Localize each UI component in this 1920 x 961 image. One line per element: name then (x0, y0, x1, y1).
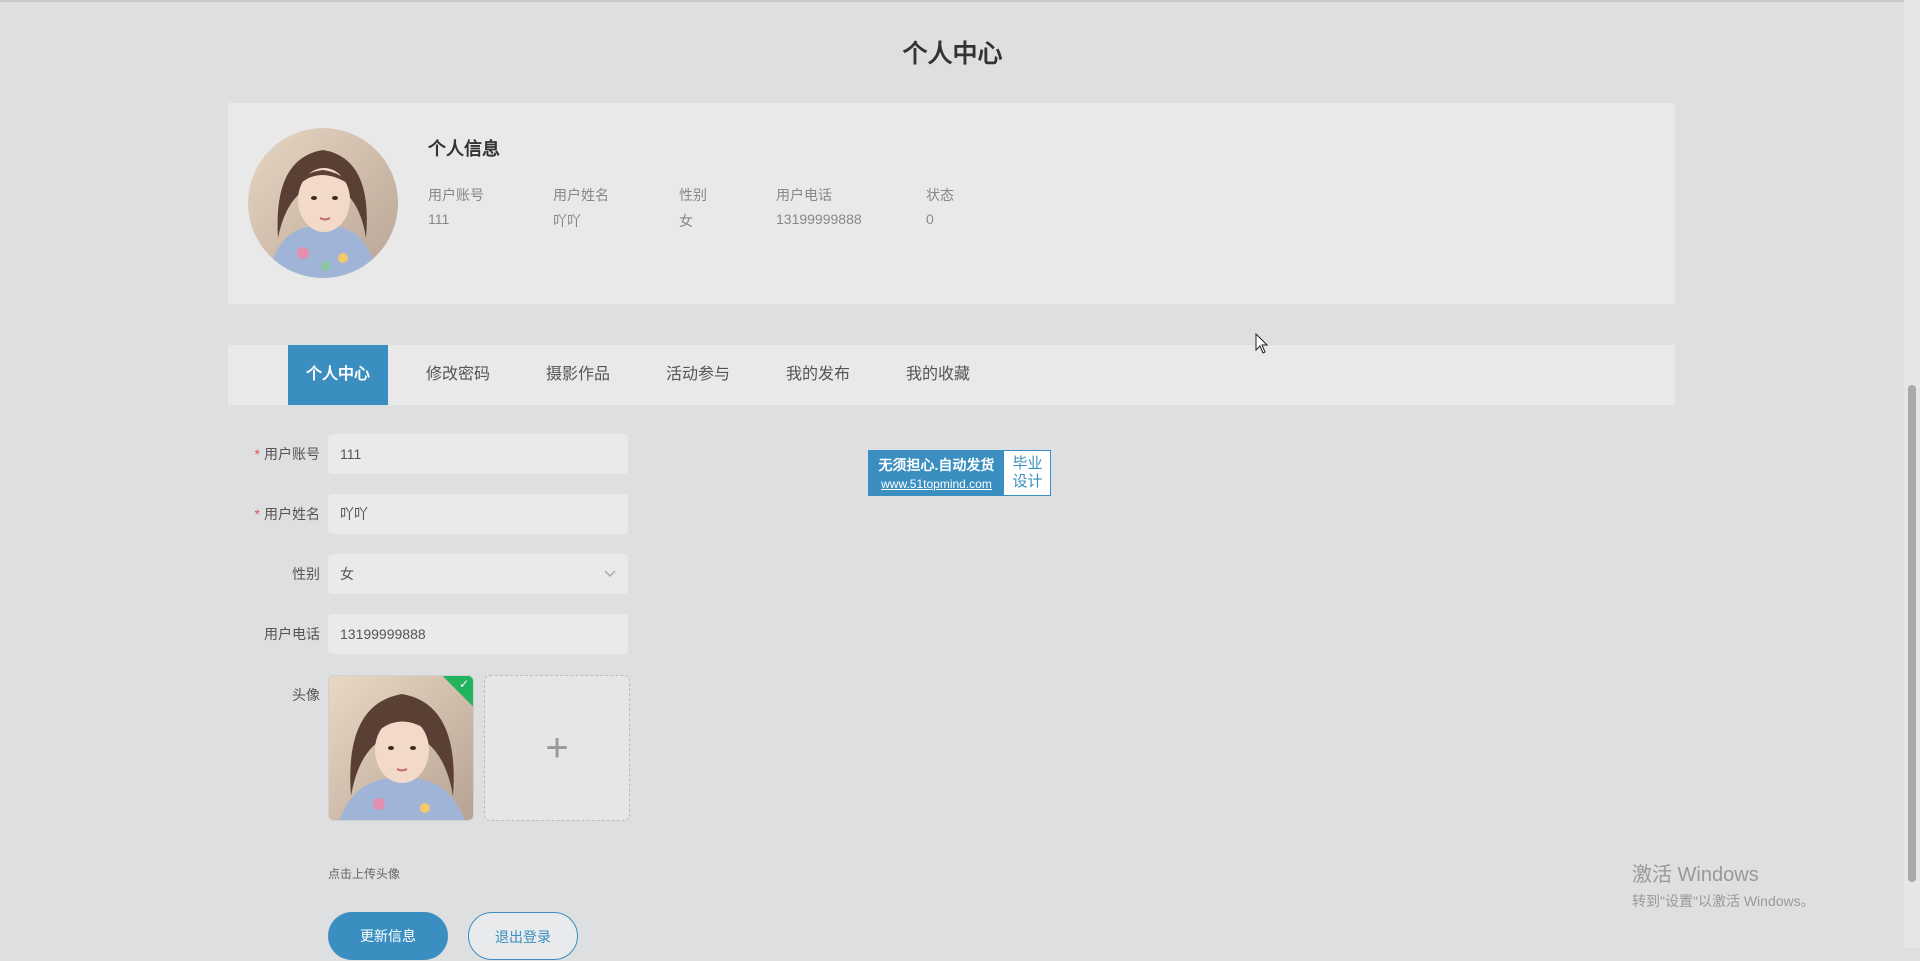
info-section-title: 个人信息 (428, 139, 500, 159)
tab-profile[interactable]: 个人中心 (288, 345, 388, 405)
check-icon: ✓ (458, 677, 469, 691)
badge-right-line1: 毕业 (1012, 455, 1043, 472)
update-info-button[interactable]: 更新信息 (328, 912, 448, 960)
plus-icon: + (545, 726, 569, 770)
phone-input[interactable]: 13199999888 (328, 614, 628, 654)
info-status: 状态 0 (926, 185, 954, 227)
info-label: 用户电话 (776, 187, 832, 203)
tab-bar: 个人中心 修改密码 摄影作品 活动参与 我的发布 我的收藏 (228, 345, 1675, 405)
vertical-scrollbar[interactable] (1904, 0, 1920, 948)
account-label-text: 用户账号 (264, 446, 320, 462)
info-value: 111 (428, 211, 450, 227)
name-input[interactable]: 吖吖 (328, 494, 628, 534)
profile-card: 个人信息 用户账号 111 用户姓名 吖吖 性别 女 用户电话 13199999… (228, 103, 1675, 304)
info-value: 0 (926, 211, 934, 227)
uploaded-avatar[interactable]: ✓ (328, 675, 474, 821)
tab-my-posts[interactable]: 我的发布 (768, 345, 868, 405)
account-input[interactable]: 111 (328, 434, 628, 474)
page-title: 个人中心 (902, 40, 1003, 68)
upload-hint: 点击上传头像 (328, 867, 401, 881)
tab-activities[interactable]: 活动参与 (648, 345, 748, 405)
info-label: 用户姓名 (553, 187, 609, 203)
info-gender: 性别 女 (679, 185, 707, 231)
account-label: * 用户账号 (228, 434, 320, 474)
chevron-down-icon (604, 554, 616, 594)
phone-label: 用户电话 (264, 626, 320, 642)
mouse-cursor-icon (1255, 332, 1269, 360)
tab-my-favorites[interactable]: 我的收藏 (888, 345, 988, 405)
activation-subtitle: 转到"设置"以激活 Windows。 (1632, 893, 1815, 909)
watermark-badge: 无须担心.自动发货 www.51topmind.com 毕业 设计 (868, 450, 1051, 496)
avatar-upload-button[interactable]: + (484, 675, 630, 821)
scrollbar-thumb[interactable] (1908, 385, 1916, 882)
info-value: 吖吖 (553, 213, 581, 229)
required-mark: * (254, 446, 260, 462)
required-mark: * (254, 506, 260, 522)
tab-photo-works[interactable]: 摄影作品 (528, 345, 628, 405)
info-phone: 用户电话 13199999888 (776, 185, 862, 227)
badge-left: 无须担心.自动发货 www.51topmind.com (869, 451, 1004, 495)
info-value: 女 (679, 213, 693, 229)
info-name: 用户姓名 吖吖 (553, 185, 609, 231)
gender-select-value: 女 (340, 566, 354, 582)
info-value: 13199999888 (776, 211, 862, 227)
gender-label: 性别 (292, 566, 320, 582)
tab-change-password[interactable]: 修改密码 (408, 345, 508, 405)
name-label-text: 用户姓名 (264, 506, 320, 522)
info-label: 用户账号 (428, 187, 484, 203)
gender-select[interactable]: 女 (328, 554, 628, 594)
name-label: * 用户姓名 (228, 494, 320, 534)
badge-right: 毕业 设计 (1005, 451, 1050, 495)
activation-title: 激活 Windows (1632, 864, 1759, 886)
info-label: 性别 (679, 187, 707, 203)
badge-line1: 无须担心.自动发货 (878, 457, 995, 473)
avatar-label: 头像 (292, 687, 320, 703)
badge-line2: www.51topmind.com (881, 477, 992, 491)
info-label: 状态 (926, 187, 954, 203)
profile-avatar (248, 128, 398, 278)
top-border (0, 0, 1920, 2)
info-account: 用户账号 111 (428, 185, 484, 227)
windows-activation-watermark: 激活 Windows 转到"设置"以激活 Windows。 (1632, 858, 1815, 911)
logout-button[interactable]: 退出登录 (468, 912, 578, 960)
badge-right-line2: 设计 (1012, 473, 1043, 490)
